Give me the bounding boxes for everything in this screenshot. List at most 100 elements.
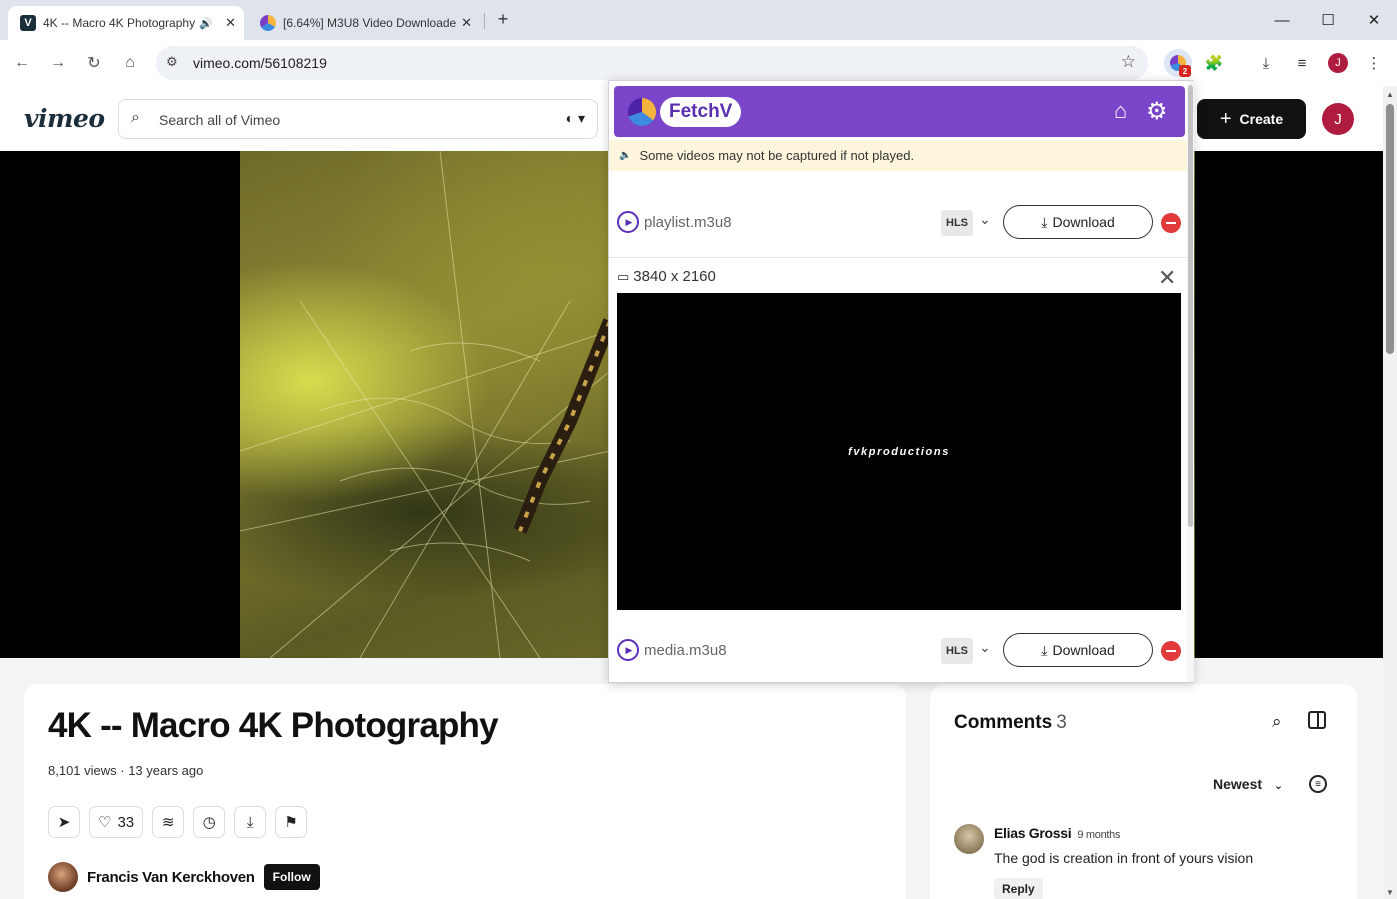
report-button[interactable]: ⚑ <box>275 806 308 838</box>
resolution-text: 3840 x 2160 <box>633 268 716 285</box>
speaker-icon: 🔈 <box>619 150 632 161</box>
media-filename[interactable]: media.m3u8 <box>644 642 727 659</box>
page-scrollbar[interactable]: ▲ ▼ <box>1383 86 1397 899</box>
notice-text: Some videos may not be captured if not p… <box>639 148 915 163</box>
scrollbar-thumb[interactable] <box>1386 104 1394 354</box>
globe-dropdown-icon[interactable]: ◐ ▾ <box>566 110 585 127</box>
like-button[interactable]: ♡ 33 <box>89 806 144 838</box>
create-button[interactable]: + Create <box>1197 99 1306 139</box>
media-item: ▶ media.m3u8 HLS ⌄ ⤓ Download <box>609 629 1187 673</box>
media-controls-icon[interactable]: ≡ <box>1288 49 1316 77</box>
video-actions: ➤ ♡ 33 ≋ ◷ ⤓ ⚑ <box>48 806 308 838</box>
download-button[interactable]: ⤓ Download <box>1003 633 1153 667</box>
collections-button[interactable]: ≋ <box>152 806 185 838</box>
close-tab-icon[interactable]: ✕ <box>461 15 472 31</box>
comments-panel: Comments 3 ⌕ Newest ⌄ ≡ Elias Grossi 9 mon… <box>930 684 1357 899</box>
format-badge: HLS <box>941 210 973 236</box>
vimeo-logo[interactable]: vimeo <box>24 104 105 133</box>
fetchv-favicon-icon <box>260 15 276 31</box>
commenter-name[interactable]: Elias Grossi 9 months <box>994 825 1121 841</box>
fetchv-brand: FetchV <box>660 97 742 127</box>
forward-button[interactable]: → <box>46 51 70 75</box>
filter-icon[interactable]: ≡ <box>1309 775 1327 793</box>
download-icon: ⤓ <box>1041 641 1048 658</box>
back-button[interactable]: ← <box>10 51 34 75</box>
flag-icon: ⚑ <box>284 814 298 831</box>
layers-icon: ≋ <box>161 814 175 831</box>
tab-divider <box>484 13 485 29</box>
browser-tab-bar: V 4K -- Macro 4K Photography 🔊 ✕ [6.64%]… <box>0 0 1397 40</box>
download-button[interactable]: ⤓ Download <box>1003 205 1153 239</box>
fetchv-popup: FetchV ⌂ ⚙ 🔈 Some videos may not be capt… <box>608 80 1194 683</box>
commenter-avatar[interactable] <box>954 824 984 854</box>
audio-playing-icon[interactable]: 🔊 <box>199 17 213 30</box>
download-icon: ⤓ <box>1041 213 1048 230</box>
tab-title: 4K -- Macro 4K Photography <box>43 16 196 30</box>
url-text[interactable]: vimeo.com/56108219 <box>193 55 327 71</box>
heart-icon: ♡ <box>98 814 112 831</box>
clock-icon: ◷ <box>202 814 216 831</box>
new-tab-button[interactable]: + <box>492 8 514 30</box>
search-input[interactable]: ⌕ Search all of Vimeo ◐ ▾ <box>118 99 598 139</box>
spider-web-image <box>240 151 610 658</box>
side-panel-toggle-icon[interactable] <box>1308 711 1326 729</box>
chevron-down-icon[interactable]: ⌄ <box>979 211 991 228</box>
comments-search-icon[interactable]: ⌕ <box>1272 712 1282 732</box>
close-window-button[interactable]: ✕ <box>1351 0 1397 40</box>
owner-avatar[interactable] <box>48 862 78 892</box>
close-tab-icon[interactable]: ✕ <box>225 15 236 31</box>
scroll-down-icon[interactable]: ▼ <box>1386 888 1394 897</box>
tab-vimeo[interactable]: V 4K -- Macro 4K Photography 🔊 ✕ <box>8 6 244 40</box>
preview-watermark: fvkproductions <box>848 446 950 458</box>
play-icon[interactable]: ▶ <box>617 211 639 233</box>
owner-name[interactable]: Francis Van Kerckhoven <box>87 869 255 886</box>
chevron-down-icon[interactable]: ⌄ <box>979 639 991 656</box>
comment-time: 9 months <box>1077 829 1121 841</box>
download-label: Download <box>1052 214 1115 230</box>
fetchv-extension-button[interactable]: 2 <box>1164 49 1192 77</box>
profile-initial: J <box>1328 53 1348 73</box>
share-button[interactable]: ➤ <box>48 806 80 838</box>
video-title: 4K -- Macro 4K Photography <box>48 706 499 745</box>
browser-menu-icon[interactable]: ⋮ <box>1360 49 1388 77</box>
reload-button[interactable]: ↻ <box>82 51 106 75</box>
capture-notice: 🔈 Some videos may not be captured if not… <box>609 140 1187 171</box>
media-filename[interactable]: playlist.m3u8 <box>644 214 732 231</box>
video-preview[interactable]: fvkproductions <box>617 293 1181 610</box>
play-icon[interactable]: ▶ <box>617 639 639 661</box>
address-bar[interactable]: ⚙ vimeo.com/56108219 ☆ <box>156 46 1148 80</box>
remove-icon[interactable] <box>1161 641 1181 661</box>
bookmark-star-icon[interactable]: ☆ <box>1121 52 1136 72</box>
home-button[interactable]: ⌂ <box>118 51 142 75</box>
user-avatar[interactable]: J <box>1322 103 1354 135</box>
scroll-up-icon[interactable]: ▲ <box>1386 90 1394 99</box>
reply-button[interactable]: Reply <box>994 878 1043 899</box>
maximize-button[interactable]: ☐ <box>1305 0 1351 40</box>
downloads-icon[interactable]: ⤓ <box>1252 49 1280 77</box>
site-settings-icon[interactable]: ⚙ <box>166 54 178 70</box>
extensions-puzzle-icon[interactable]: 🧩 <box>1200 49 1228 77</box>
popup-scrollbar[interactable] <box>1187 81 1194 682</box>
chevron-down-icon: ⌄ <box>1273 780 1284 792</box>
follow-button[interactable]: Follow <box>263 864 320 890</box>
tab-fetchv[interactable]: [6.64%] M3U8 Video Downloader ✕ <box>250 6 480 40</box>
divider <box>609 257 1187 258</box>
video-owner: Francis Van Kerckhoven Follow <box>48 862 320 892</box>
watch-later-button[interactable]: ◷ <box>193 806 226 838</box>
home-icon[interactable]: ⌂ <box>1114 98 1127 124</box>
remove-icon[interactable] <box>1161 213 1181 233</box>
close-preview-icon[interactable]: ✕ <box>1158 265 1176 291</box>
author-name: Elias Grossi <box>994 825 1072 841</box>
sort-value: Newest <box>1213 776 1263 792</box>
comments-count: 3 <box>1056 712 1067 733</box>
create-label: Create <box>1239 111 1284 127</box>
fetchv-header: FetchV ⌂ ⚙ <box>614 86 1185 137</box>
like-count: 33 <box>117 813 135 831</box>
popup-scrollbar-thumb[interactable] <box>1188 85 1193 527</box>
download-button[interactable]: ⤓ <box>234 806 267 838</box>
minimize-button[interactable]: — <box>1259 0 1305 40</box>
profile-avatar[interactable]: J <box>1324 49 1352 77</box>
download-label: Download <box>1052 642 1115 658</box>
gear-icon[interactable]: ⚙ <box>1146 97 1168 126</box>
comments-sort-dropdown[interactable]: Newest ⌄ <box>1213 776 1283 792</box>
